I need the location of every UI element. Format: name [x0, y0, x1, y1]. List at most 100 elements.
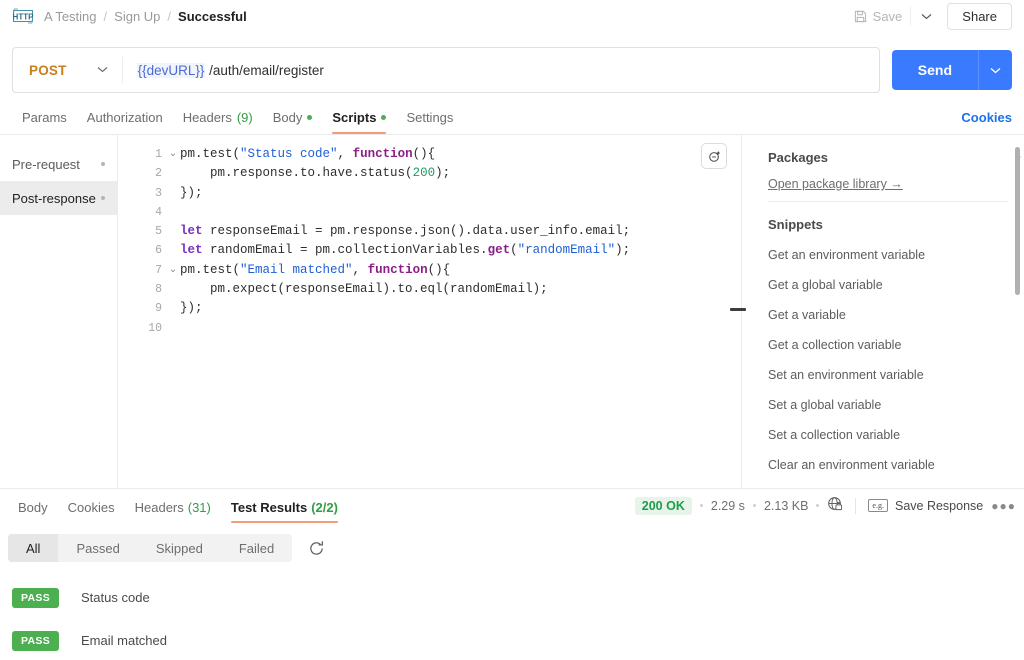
fold-toggle-icon — [166, 241, 180, 260]
panel-drag-handle[interactable] — [730, 308, 746, 311]
code-line[interactable]: 4 — [118, 203, 741, 222]
filter-failed[interactable]: Failed — [221, 534, 292, 562]
share-button[interactable]: Share — [947, 2, 1012, 30]
meta-separator-dot — [752, 504, 756, 507]
table-row[interactable]: PASS Status code — [0, 576, 1024, 619]
snippet-item[interactable]: Get an environment variable — [758, 240, 1008, 270]
test-results-list: PASS Status code PASS Email matched — [0, 576, 1024, 660]
refresh-icon[interactable] — [306, 538, 326, 558]
filter-passed[interactable]: Passed — [58, 534, 137, 562]
tab-settings[interactable]: Settings — [396, 110, 463, 134]
filter-skipped[interactable]: Skipped — [138, 534, 221, 562]
line-number: 5 — [155, 225, 162, 239]
code-line[interactable]: 5 let responseEmail = pm.response.json().… — [118, 222, 741, 241]
example-box-icon: e.g. — [868, 499, 888, 512]
sidebar-item-post-response[interactable]: Post-response — [0, 181, 117, 215]
save-button[interactable]: Save — [848, 5, 909, 28]
code-line[interactable]: 9}); — [118, 299, 741, 318]
snippet-item[interactable]: Set a global variable — [758, 390, 1008, 420]
fold-toggle-icon — [166, 319, 180, 338]
response-tabs: Body Cookies Headers (31) Test Results (… — [0, 489, 1024, 523]
code-line[interactable]: 10 — [118, 319, 741, 338]
fold-toggle-icon[interactable]: ⌄ — [166, 145, 180, 164]
postman-request-window: HTTP A Testing / Sign Up / Successful Sa… — [0, 0, 1024, 660]
code-line[interactable]: 8 pm.expect(responseEmail).to.eql(random… — [118, 280, 741, 299]
code-lines[interactable]: 1 ⌄ pm.test("Status code", function(){2 pm… — [118, 135, 741, 338]
tab-body[interactable]: Body — [263, 110, 323, 134]
send-options-caret[interactable] — [978, 50, 1012, 90]
line-number: 7 — [155, 263, 162, 277]
table-row[interactable]: PASS Email matched — [0, 619, 1024, 660]
code-line[interactable]: 1 ⌄ pm.test("Status code", function(){ — [118, 145, 741, 164]
code-text: let responseEmail = pm.response.json().d… — [180, 224, 631, 239]
tab-count: (9) — [236, 110, 253, 125]
code-line[interactable]: 2 pm.response.to.have.status(200); — [118, 164, 741, 183]
tab-headers[interactable]: Headers (9) — [173, 110, 263, 134]
code-text: }); — [180, 301, 203, 316]
snippet-item[interactable]: Set a collection variable — [758, 420, 1008, 450]
response-tab-headers[interactable]: Headers (31) — [125, 500, 221, 523]
url-input[interactable]: {{devURL}} /auth/email/register — [123, 62, 879, 78]
tab-scripts[interactable]: Scripts — [322, 110, 396, 134]
line-number: 8 — [155, 283, 162, 297]
code-editor[interactable]: 1 ⌄ pm.test("Status code", function(){2 pm… — [118, 135, 742, 488]
topbar: HTTP A Testing / Sign Up / Successful Sa… — [0, 0, 1024, 32]
send-button-group: Send — [891, 50, 1012, 90]
fold-toggle-icon[interactable]: ⌄ — [166, 261, 180, 280]
breadcrumb-item-request[interactable]: Successful — [178, 9, 247, 24]
response-tab-body[interactable]: Body — [8, 500, 58, 523]
code-line[interactable]: 6 let randomEmail = pm.collectionVariable… — [118, 241, 741, 260]
send-button[interactable]: Send — [892, 50, 978, 90]
url-bar: POST {{devURL}} /auth/email/register — [12, 47, 880, 93]
line-number: 1 — [155, 148, 162, 161]
code-text: pm.response.to.have.status(200); — [210, 166, 451, 181]
snippet-item[interactable]: Clear an environment variable — [758, 450, 1008, 480]
globe-lock-icon[interactable] — [827, 496, 843, 515]
test-name: Email matched — [81, 633, 167, 648]
url-path-text: /auth/email/register — [205, 62, 324, 78]
cookies-link[interactable]: Cookies — [961, 110, 1012, 134]
request-tabs: Params Authorization Headers (9) Body Sc… — [0, 102, 1024, 134]
code-text: }); — [180, 185, 203, 200]
tab-label: Scripts — [332, 110, 377, 125]
sidebar-item-pre-request[interactable]: Pre-request — [0, 147, 117, 181]
line-number: 6 — [155, 244, 162, 258]
line-number: 10 — [148, 321, 162, 335]
more-options-icon[interactable]: ●●● — [991, 499, 1016, 513]
response-tab-cookies[interactable]: Cookies — [58, 500, 125, 523]
method-selector[interactable]: POST — [13, 48, 122, 92]
line-number: 3 — [155, 186, 162, 200]
topbar-actions: Save Share — [848, 2, 1012, 30]
snippets-scrollbar[interactable] — [1015, 147, 1020, 295]
tab-authorization[interactable]: Authorization — [77, 110, 173, 134]
tab-label: Headers — [134, 500, 184, 515]
tab-label: Authorization — [86, 110, 163, 125]
breadcrumb-item-folder[interactable]: Sign Up — [114, 9, 160, 24]
save-options-caret[interactable] — [913, 4, 939, 28]
modified-dot-icon — [307, 115, 313, 120]
snippet-item[interactable]: Get a collection variable — [758, 330, 1008, 360]
snippet-item[interactable]: Get a variable — [758, 300, 1008, 330]
response-time: 2.29 s — [710, 498, 745, 513]
postbot-magic-icon[interactable] — [701, 143, 727, 169]
breadcrumb-item-collection[interactable]: A Testing — [44, 9, 97, 24]
snippet-item[interactable]: Set an environment variable — [758, 360, 1008, 390]
response-size: 2.13 KB — [763, 498, 809, 513]
status-badge: PASS — [12, 630, 60, 651]
save-response-button[interactable]: e.g. Save Response — [868, 499, 983, 513]
filter-all[interactable]: All — [8, 534, 59, 562]
packages-title: Packages — [768, 150, 828, 165]
test-name: Status code — [81, 590, 150, 605]
snippets-title: Snippets — [768, 217, 823, 232]
code-line[interactable]: 7 ⌄ pm.test("Email matched", function(){ — [118, 261, 741, 280]
fold-toggle-icon — [166, 203, 180, 222]
open-package-library-link[interactable]: Open package library → — [758, 173, 903, 201]
snippet-item[interactable]: Get a global variable — [758, 270, 1008, 300]
code-text: let randomEmail = pm.collectionVariables… — [180, 243, 631, 258]
tab-params[interactable]: Params — [12, 110, 77, 134]
code-line[interactable]: 3}); — [118, 184, 741, 203]
script-type-sidebar: Pre-request Post-response — [0, 135, 118, 488]
chevron-down-icon — [990, 67, 1001, 73]
response-tab-test-results[interactable]: Test Results (2/2) — [221, 500, 348, 523]
status-badge: 200 OK — [634, 496, 692, 515]
